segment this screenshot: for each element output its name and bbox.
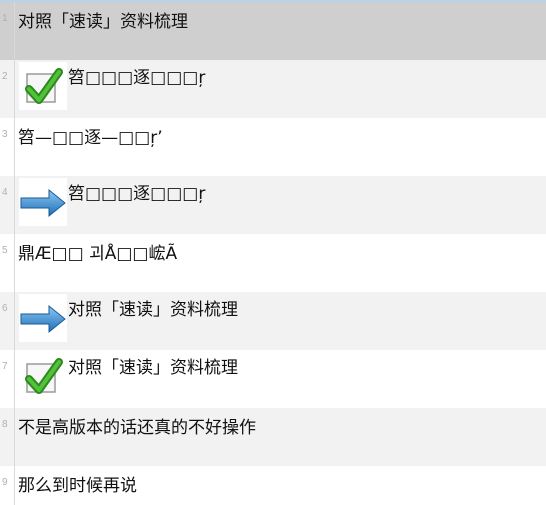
line-gutter: 7 (0, 350, 15, 408)
list-item-2[interactable]: 2 笤□□□逐□□□ŗ (0, 60, 546, 118)
checkmark-icon (19, 352, 67, 400)
line-gutter: 2 (0, 60, 15, 118)
arrow-right-icon (19, 294, 67, 342)
row-text: 笤—□□逐—□□ŗ’ (18, 128, 163, 148)
line-number: 4 (2, 187, 8, 198)
line-number: 8 (2, 419, 8, 430)
row-text: 那么到时候再说 (18, 476, 137, 496)
line-gutter: 5 (0, 234, 15, 292)
line-number: 6 (2, 303, 8, 314)
line-gutter: 9 (0, 466, 15, 505)
line-number: 1 (2, 13, 8, 24)
list-item-1[interactable]: 1 对照「速读」资料梳理 (0, 2, 546, 60)
row-text: 对照「速读」资料梳理 (68, 300, 238, 320)
checkmark-icon (19, 62, 67, 110)
line-number: 9 (2, 477, 8, 488)
list-item-4[interactable]: 4 笤□□□逐□□□ŗ (0, 176, 546, 234)
arrow-right-icon (19, 178, 67, 226)
line-number: 3 (2, 129, 8, 140)
list-item-5[interactable]: 5 鼎Æ□□ 괴Å□□峵Ã (0, 234, 546, 292)
outline-list: 1 对照「速读」资料梳理 2 笤□□□逐□□□ŗ 3 笤—□□逐—□□ŗ’ 4 … (0, 0, 546, 505)
line-number: 7 (2, 361, 8, 372)
row-text: 笤□□□逐□□□ŗ (68, 184, 206, 204)
line-gutter: 4 (0, 176, 15, 234)
row-text: 对照「速读」资料梳理 (68, 358, 238, 378)
line-gutter: 6 (0, 292, 15, 350)
line-gutter: 3 (0, 118, 15, 176)
row-text: 鼎Æ□□ 괴Å□□峵Ã (18, 244, 178, 264)
line-number: 5 (2, 245, 8, 256)
row-text: 对照「速读」资料梳理 (18, 12, 188, 32)
list-item-7[interactable]: 7 对照「速读」资料梳理 (0, 350, 546, 408)
row-text: 笤□□□逐□□□ŗ (68, 68, 206, 88)
list-item-9[interactable]: 9 那么到时候再说 (0, 466, 546, 505)
list-item-8[interactable]: 8 不是高版本的话还真的不好操作 (0, 408, 546, 466)
list-item-3[interactable]: 3 笤—□□逐—□□ŗ’ (0, 118, 546, 176)
line-gutter: 8 (0, 408, 15, 466)
line-number: 2 (2, 71, 8, 82)
line-gutter: 1 (0, 2, 15, 60)
list-item-6[interactable]: 6 对照「速读」资料梳理 (0, 292, 546, 350)
row-text: 不是高版本的话还真的不好操作 (18, 418, 256, 438)
